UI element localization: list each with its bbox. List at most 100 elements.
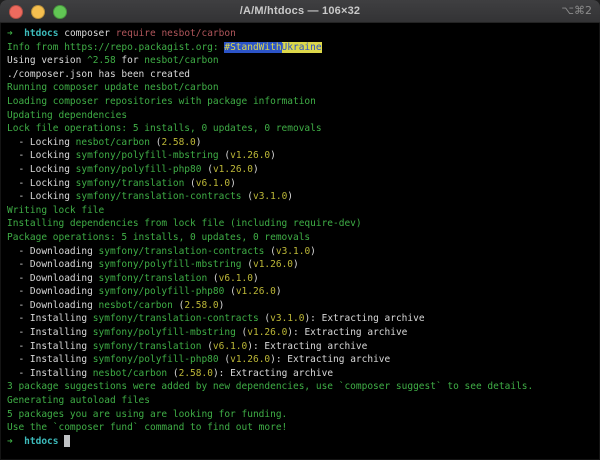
terminal-text-segment: require nesbot/carbon [116, 28, 236, 39]
terminal-text-segment: symfony/translation [76, 178, 185, 189]
terminal-text-segment: Running composer update nesbot/carbon [7, 82, 219, 93]
terminal-text-segment: ( [224, 286, 235, 297]
terminal-line: ➜ htdocs composer require nesbot/carbon [7, 27, 600, 41]
terminal-line: - Downloading symfony/polyfill-mbstring … [7, 258, 600, 272]
terminal-text-segment: ) [230, 178, 236, 189]
terminal-line: Info from https://repo.packagist.org: #S… [7, 41, 600, 55]
terminal-text-segment: symfony/translation-contracts [76, 191, 242, 202]
terminal-line: - Downloading symfony/translation-contra… [7, 245, 600, 259]
terminal-line: 5 packages you are using are looking for… [7, 408, 600, 422]
terminal-text-segment: - Installing [7, 327, 93, 338]
terminal-text-segment: - Installing [7, 368, 93, 379]
terminal-line: - Installing symfony/translation (v6.1.0… [7, 340, 600, 354]
terminal-text-segment: ) [196, 137, 202, 148]
terminal-text-segment: ) [219, 300, 225, 311]
terminal-line: Package operations: 5 installs, 0 update… [7, 231, 600, 245]
terminal-text-segment: ( [184, 178, 195, 189]
title-bar[interactable]: /A/M/htdocs — 106×32 ⌥⌘2 [0, 0, 600, 23]
terminal-text-segment: v6.1.0 [213, 341, 247, 352]
terminal-text-segment: Updating dependencies [7, 110, 127, 121]
terminal-text-segment: nesbot/carbon [76, 137, 150, 148]
terminal-line: - Locking symfony/translation (v6.1.0) [7, 177, 600, 191]
zoom-button[interactable] [53, 5, 67, 19]
terminal-text-segment: ( [173, 300, 184, 311]
terminal-text-segment: symfony/polyfill-php80 [93, 354, 219, 365]
terminal-line: ➜ htdocs [7, 435, 600, 449]
terminal-text-segment: v6.1.0 [219, 273, 253, 284]
terminal-text-segment: - Installing [7, 354, 93, 365]
terminal-text-segment: - Downloading [7, 273, 99, 284]
terminal-text-segment: symfony/polyfill-mbstring [93, 327, 236, 338]
terminal-text-segment: composer [64, 28, 115, 39]
terminal-line: - Installing symfony/translation-contrac… [7, 312, 600, 326]
terminal-text-segment: #StandWith [224, 42, 281, 53]
terminal-text-segment: - Downloading [7, 300, 99, 311]
terminal-text-segment: nesbot/carbon [93, 368, 167, 379]
terminal-text-segment: ): Extracting archive [270, 354, 390, 365]
terminal-line: - Downloading nesbot/carbon (2.58.0) [7, 299, 600, 313]
terminal-text-segment: ( [264, 246, 275, 257]
terminal-output[interactable]: ➜ htdocs composer require nesbot/carbonI… [0, 23, 600, 448]
terminal-text-segment: Installing dependencies from lock file (… [7, 218, 362, 229]
terminal-text-segment: - Installing [7, 313, 93, 324]
terminal-text-segment: Loading composer repositories with packa… [7, 96, 316, 107]
terminal-text-segment: Package operations: 5 installs, 0 update… [7, 232, 310, 243]
terminal-text-segment: nesbot/carbon [144, 55, 218, 66]
terminal-text-segment: ( [242, 191, 253, 202]
terminal-text-segment: 2.58.0 [179, 368, 213, 379]
terminal-text-segment: htdocs [24, 28, 64, 39]
terminal-text-segment: symfony/polyfill-mbstring [99, 259, 242, 270]
terminal-text-segment: - Locking [7, 191, 76, 202]
terminal-line: Use the `composer fund` command to find … [7, 421, 600, 435]
terminal-line: Generating autoload files [7, 394, 600, 408]
terminal-text-segment: v1.26.0 [230, 150, 270, 161]
terminal-text-segment: Writing lock file [7, 205, 104, 216]
terminal-text-segment: Use the `composer fund` command to find … [7, 422, 287, 433]
terminal-text-segment: ( [219, 354, 230, 365]
terminal-text-segment: 2.58.0 [161, 137, 195, 148]
terminal-text-segment: v6.1.0 [196, 178, 230, 189]
terminal-text-segment: Lock file operations: 5 installs, 0 upda… [7, 123, 322, 134]
terminal-text-segment: - Locking [7, 150, 76, 161]
terminal-text-segment: v1.26.0 [236, 286, 276, 297]
terminal-text-segment: symfony/translation-contracts [93, 313, 259, 324]
terminal-text-segment: Ukraine [282, 42, 322, 53]
close-button[interactable] [9, 5, 23, 19]
terminal-text-segment: - Downloading [7, 259, 99, 270]
minimize-button[interactable] [31, 5, 45, 19]
terminal-text-segment: Info from https://repo.packagist.org: [7, 42, 224, 53]
terminal-line: Installing dependencies from lock file (… [7, 217, 600, 231]
terminal-line: - Downloading symfony/polyfill-php80 (v1… [7, 285, 600, 299]
window-shortcut-badge: ⌥⌘2 [561, 4, 592, 17]
terminal-text-segment: 3 package suggestions were added by new … [7, 381, 533, 392]
terminal-text-segment: symfony/polyfill-php80 [76, 164, 202, 175]
terminal-text-segment: - Installing [7, 341, 93, 352]
terminal-text-segment: v3.1.0 [276, 246, 310, 257]
terminal-text-segment: htdocs [24, 436, 64, 447]
terminal-text-segment: ) [253, 164, 259, 175]
terminal-text-segment: v1.26.0 [247, 327, 287, 338]
terminal-line: Lock file operations: 5 installs, 0 upda… [7, 122, 600, 136]
terminal-line: Running composer update nesbot/carbon [7, 81, 600, 95]
terminal-text-segment: ( [201, 341, 212, 352]
terminal-text-segment: - Locking [7, 178, 76, 189]
terminal-line: Loading composer repositories with packa… [7, 95, 600, 109]
terminal-text-segment: ) [270, 150, 276, 161]
terminal-text-segment: ( [242, 259, 253, 270]
terminal-line: Using version ^2.58 for nesbot/carbon [7, 54, 600, 68]
terminal-line: ./composer.json has been created [7, 68, 600, 82]
terminal-text-segment: ): Extracting archive [287, 327, 407, 338]
terminal-text-segment: ( [201, 164, 212, 175]
terminal-line: - Locking symfony/translation-contracts … [7, 190, 600, 204]
terminal-text-segment: - Locking [7, 164, 76, 175]
terminal-text-segment: Using version [7, 55, 87, 66]
terminal-cursor [64, 435, 70, 447]
terminal-line: Writing lock file [7, 204, 600, 218]
terminal-text-segment: 5 packages you are using are looking for… [7, 409, 287, 420]
terminal-line: 3 package suggestions were added by new … [7, 380, 600, 394]
terminal-text-segment: v1.26.0 [253, 259, 293, 270]
terminal-text-segment: ) [293, 259, 299, 270]
terminal-line: - Installing symfony/polyfill-php80 (v1.… [7, 353, 600, 367]
terminal-text-segment: ➜ [7, 28, 24, 39]
terminal-text-segment: Generating autoload files [7, 395, 150, 406]
